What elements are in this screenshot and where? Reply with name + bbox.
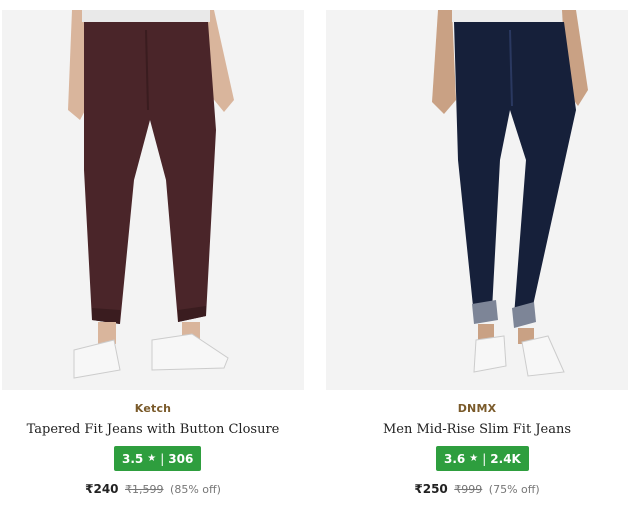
- product-title[interactable]: Men Mid-Rise Slim Fit Jeans: [324, 422, 630, 437]
- brand-name: DNMX: [457, 402, 497, 415]
- rating-value: 3.6: [444, 451, 466, 466]
- product-image[interactable]: [2, 10, 304, 390]
- rating-badge: 3.6 ★ | 2.4K: [436, 446, 529, 471]
- original-price: ₹1,599: [125, 483, 164, 496]
- current-price: ₹240: [85, 482, 119, 496]
- rating-separator: |: [160, 451, 165, 466]
- discount-percent: (85% off): [170, 483, 221, 496]
- product-grid: Ketch Tapered Fit Jeans with Button Clos…: [0, 0, 632, 509]
- rating-count: 2.4K: [490, 451, 521, 466]
- product-image[interactable]: [326, 10, 628, 390]
- product-card-dnmx[interactable]: DNMX Men Mid-Rise Slim Fit Jeans 3.6 ★ |…: [324, 0, 630, 509]
- star-icon: ★: [469, 453, 479, 464]
- navy-jeans-photo: [326, 10, 628, 390]
- original-price: ₹999: [454, 483, 483, 496]
- discount-percent: (75% off): [488, 483, 540, 496]
- maroon-jeans-photo: [2, 10, 304, 390]
- rating-separator: |: [482, 451, 487, 466]
- product-card-ketch[interactable]: Ketch Tapered Fit Jeans with Button Clos…: [0, 0, 306, 509]
- brand-name: Ketch: [134, 402, 172, 415]
- rating-value: 3.5: [122, 451, 144, 466]
- rating-count: 306: [168, 451, 194, 466]
- rating-badge: 3.5 ★ | 306: [114, 446, 202, 471]
- current-price: ₹250: [414, 482, 448, 496]
- price-row: ₹240 ₹1,599 (85% off): [0, 482, 306, 496]
- star-icon: ★: [147, 453, 157, 464]
- product-title[interactable]: Tapered Fit Jeans with Button Closure: [0, 422, 306, 437]
- price-row: ₹250 ₹999 (75% off): [324, 482, 630, 496]
